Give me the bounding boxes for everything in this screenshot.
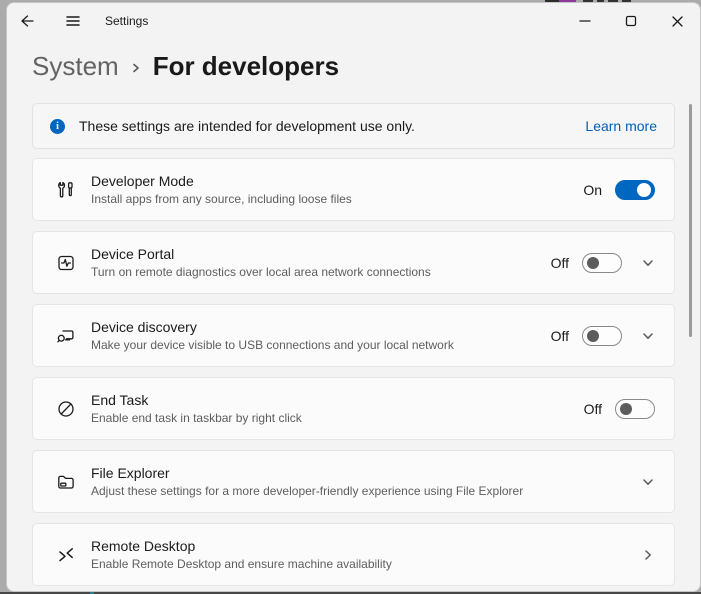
toggle-switch[interactable] [615,180,655,200]
toggle-state-label: On [583,182,602,198]
maximize-icon [625,15,637,27]
toggle-knob [620,403,632,415]
setting-subtitle: Enable Remote Desktop and ensure machine… [91,557,392,571]
settings-list: Developer Mode Install apps from any sou… [32,158,675,586]
setting-title: Device Portal [91,246,431,262]
chevron-down-icon[interactable] [641,256,655,270]
setting-row[interactable]: Developer Mode Install apps from any sou… [32,158,675,221]
device-portal-icon [56,253,76,273]
scrollbar-thumb[interactable] [689,104,692,337]
title-bar: Settings [7,3,700,39]
back-arrow-icon [19,13,35,29]
toggle-state-label: Off [551,328,569,344]
info-banner-text: These settings are intended for developm… [79,118,415,134]
window-controls [562,3,700,39]
window-title: Settings [105,14,148,28]
minimize-button[interactable] [562,3,608,39]
close-button[interactable] [654,3,700,39]
setting-row[interactable]: Remote Desktop Enable Remote Desktop and… [32,523,675,586]
maximize-button[interactable] [608,3,654,39]
setting-title: End Task [91,392,302,408]
setting-subtitle: Install apps from any source, including … [91,192,352,206]
setting-subtitle: Make your device visible to USB connecti… [91,338,454,352]
remote-desktop-icon [56,545,76,565]
toggle-switch[interactable] [582,253,622,273]
chevron-down-icon[interactable] [641,329,655,343]
breadcrumb-chevron-icon [130,60,142,76]
toggle-knob [637,183,651,197]
setting-title: Device discovery [91,319,454,335]
learn-more-link[interactable]: Learn more [585,118,657,134]
close-icon [671,15,684,28]
setting-row[interactable]: Device discovery Make your device visibl… [32,304,675,367]
minimize-icon [579,15,591,27]
setting-row[interactable]: File Explorer Adjust these settings for … [32,450,675,513]
toggle-switch[interactable] [615,399,655,419]
toggle-state-label: Off [584,401,602,417]
setting-subtitle: Adjust these settings for a more develop… [91,484,523,498]
setting-title: Remote Desktop [91,538,392,554]
breadcrumb-system[interactable]: System [32,51,119,82]
setting-subtitle: Enable end task in taskbar by right clic… [91,411,302,425]
device-discovery-icon [56,326,76,346]
setting-subtitle: Turn on remote diagnostics over local ar… [91,265,431,279]
back-button[interactable] [7,3,47,39]
setting-title: Developer Mode [91,173,352,189]
settings-window: Settings System For developers i These s… [6,2,701,592]
end-task-icon [56,399,76,419]
setting-row[interactable]: End Task Enable end task in taskbar by r… [32,377,675,440]
toggle-state-label: Off [551,255,569,271]
toggle-switch[interactable] [582,326,622,346]
navigation-menu-button[interactable] [53,3,93,39]
page-title: For developers [153,51,339,82]
hamburger-icon [65,13,81,29]
wrench-screwdriver-icon [56,180,76,200]
chevron-right-icon[interactable] [641,548,655,562]
info-banner: i These settings are intended for develo… [32,103,675,149]
toggle-knob [587,257,599,269]
chevron-down-icon[interactable] [641,475,655,489]
setting-row[interactable]: Device Portal Turn on remote diagnostics… [32,231,675,294]
toggle-knob [587,330,599,342]
folder-icon [56,472,76,492]
setting-title: File Explorer [91,465,523,481]
breadcrumb: System For developers [32,45,700,87]
info-icon: i [50,119,65,134]
